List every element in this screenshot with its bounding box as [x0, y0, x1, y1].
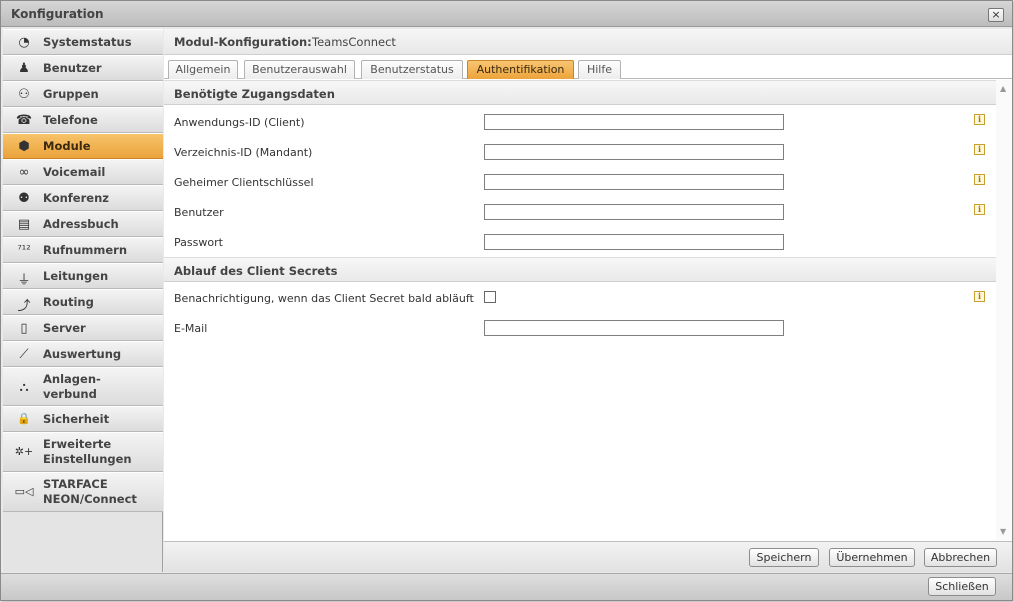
cube-icon: ⬢: [18, 139, 30, 154]
module-config-label: Modul-Konfiguration:: [174, 35, 312, 49]
password-input[interactable]: [484, 234, 784, 250]
info-icon[interactable]: i: [974, 174, 985, 185]
sidebar-item-label: Telefone: [43, 113, 98, 127]
sidebar-item-rufnummern[interactable]: ⁷¹² Rufnummern: [3, 237, 163, 263]
sidebar-item-voicemail[interactable]: ∞ Voicemail: [3, 159, 163, 185]
line-chart-icon: ⟋: [19, 347, 29, 362]
module-name: TeamsConnect: [312, 35, 396, 49]
tenant-id-input[interactable]: [484, 144, 784, 160]
addressbook-icon: ▤: [17, 217, 31, 232]
sidebar-item-label: Anlagen- verbund: [43, 372, 101, 401]
client-secret-label: Geheimer Clientschlüssel: [174, 176, 314, 189]
section-expiry-header: Ablauf des Client Secrets: [164, 257, 996, 282]
tab-allgemein[interactable]: Allgemein: [168, 60, 238, 79]
tab-benutzerstatus[interactable]: Benutzerstatus: [361, 60, 463, 79]
scroll-up-icon[interactable]: ▲: [1000, 84, 1006, 93]
section-credentials-header: Benötigte Zugangsdaten: [164, 80, 996, 105]
sidebar-item-adressbuch[interactable]: ▤ Adressbuch: [3, 211, 163, 237]
tab-authentifikation[interactable]: Authentifikation: [467, 60, 574, 79]
password-label: Passwort: [174, 236, 223, 249]
lock-icon: 🔒: [17, 412, 31, 425]
tab-bar: Allgemein Benutzerauswahl Benutzerstatus…: [164, 55, 1012, 79]
scroll-down-icon[interactable]: ▼: [1000, 527, 1006, 536]
action-footer: Speichern Übernehmen Abbrechen: [164, 541, 1012, 572]
sidebar-item-leitungen[interactable]: ⏚ Leitungen: [3, 263, 163, 289]
sidebar-item-benutzer[interactable]: ♟ Benutzer: [3, 55, 163, 81]
email-input[interactable]: [484, 320, 784, 336]
plug-icon: ⏚: [17, 273, 31, 288]
network-icon: ⛬: [19, 380, 29, 395]
tenant-id-label: Verzeichnis-ID (Mandant): [174, 146, 313, 159]
info-icon[interactable]: i: [974, 204, 985, 215]
user-label: Benutzer: [174, 206, 224, 219]
client-id-label: Anwendungs-ID (Client): [174, 116, 305, 129]
video-icon: ▭◁: [14, 485, 34, 498]
sidebar-item-label: Gruppen: [43, 87, 99, 101]
server-icon: ▯: [20, 321, 28, 336]
sidebar-item-anlagenverbund[interactable]: ⛬ Anlagen- verbund: [3, 367, 163, 406]
pie-chart-icon: ◔: [18, 35, 30, 50]
vertical-scrollbar[interactable]: ▲ ▼: [996, 80, 1012, 540]
client-secret-input[interactable]: [484, 174, 784, 190]
tab-benutzerauswahl[interactable]: Benutzerauswahl: [244, 60, 355, 79]
sidebar-item-label: Rufnummern: [43, 243, 128, 257]
group-icon: ⚇: [18, 87, 30, 102]
user-input[interactable]: [484, 204, 784, 220]
numbers-icon: ⁷¹²: [17, 243, 31, 256]
section-title: Benötigte Zugangsdaten: [174, 87, 335, 101]
phone-icon: ☎: [15, 113, 33, 128]
configuration-window: Konfiguration × ◔ Systemstatus ♟ Benutze…: [0, 0, 1013, 601]
sidebar-item-label: Module: [43, 139, 91, 153]
sidebar-item-server[interactable]: ▯ Server: [3, 315, 163, 341]
sidebar-item-label: Adressbuch: [43, 217, 119, 231]
sidebar-item-label: Systemstatus: [43, 35, 132, 49]
cancel-button[interactable]: Abbrechen: [924, 548, 997, 567]
sidebar-item-label: Sicherheit: [43, 412, 110, 426]
sidebar-item-routing[interactable]: ⤴ Routing: [3, 289, 163, 315]
save-button[interactable]: Speichern: [749, 548, 819, 567]
sidebar-item-systemstatus[interactable]: ◔ Systemstatus: [3, 29, 163, 55]
settings-plus-icon: ✲+: [14, 445, 34, 458]
sidebar-item-label: Leitungen: [43, 269, 109, 283]
conference-icon: ⚉: [18, 191, 30, 206]
sidebar-item-label: Auswertung: [43, 347, 122, 361]
sidebar-item-module[interactable]: ⬢ Module: [3, 133, 163, 159]
sidebar-item-label: Erweiterte Einstellungen: [43, 437, 132, 466]
expiry-notification-checkbox[interactable]: [484, 291, 496, 303]
sidebar-item-label: Voicemail: [43, 165, 106, 179]
module-config-panel: Modul-Konfiguration: TeamsConnect Allgem…: [164, 29, 1012, 572]
email-label: E-Mail: [174, 322, 208, 335]
module-config-header: Modul-Konfiguration: TeamsConnect: [164, 29, 1012, 55]
sidebar-item-konferenz[interactable]: ⚉ Konferenz: [3, 185, 163, 211]
sidebar-item-telefone[interactable]: ☎ Telefone: [3, 107, 163, 133]
sidebar-item-gruppen[interactable]: ⚇ Gruppen: [3, 81, 163, 107]
sidebar-item-label: Routing: [43, 295, 94, 309]
info-icon[interactable]: i: [974, 291, 985, 302]
window-title: Konfiguration: [11, 7, 104, 21]
expiry-notification-label: Benachrichtigung, wenn das Client Secret…: [174, 292, 474, 305]
sidebar-item-label: Benutzer: [43, 61, 102, 75]
sidebar-item-label: Server: [43, 321, 86, 335]
sidebar-item-erweiterte-einstellungen[interactable]: ✲+ Erweiterte Einstellungen: [3, 432, 163, 472]
form-scroll-area[interactable]: Benötigte Zugangsdaten Anwendungs-ID (Cl…: [164, 80, 1012, 540]
sidebar-item-label: Konferenz: [43, 191, 109, 205]
section-title: Ablauf des Client Secrets: [174, 264, 338, 278]
apply-button[interactable]: Übernehmen: [829, 548, 915, 567]
user-icon: ♟: [18, 61, 30, 76]
client-id-input[interactable]: [484, 114, 784, 130]
sidebar-item-auswertung[interactable]: ⟋ Auswertung: [3, 341, 163, 367]
sidebar-item-starface-neon-connect[interactable]: ▭◁ STARFACE NEON/Connect: [3, 472, 163, 512]
close-button[interactable]: Schließen: [928, 577, 996, 596]
sidebar: ◔ Systemstatus ♟ Benutzer ⚇ Gruppen ☎ Te…: [3, 29, 163, 572]
info-icon[interactable]: i: [974, 144, 985, 155]
window-bottom-bar: Schließen: [1, 573, 1012, 600]
tab-hilfe[interactable]: Hilfe: [578, 60, 621, 79]
info-icon[interactable]: i: [974, 114, 985, 125]
routing-icon: ⤴: [17, 299, 31, 314]
voicemail-icon: ∞: [18, 165, 30, 180]
sidebar-item-label: STARFACE NEON/Connect: [43, 477, 137, 506]
window-close-icon[interactable]: ×: [988, 8, 1004, 22]
window-titlebar: Konfiguration ×: [1, 1, 1012, 27]
sidebar-item-sicherheit[interactable]: 🔒 Sicherheit: [3, 406, 163, 432]
